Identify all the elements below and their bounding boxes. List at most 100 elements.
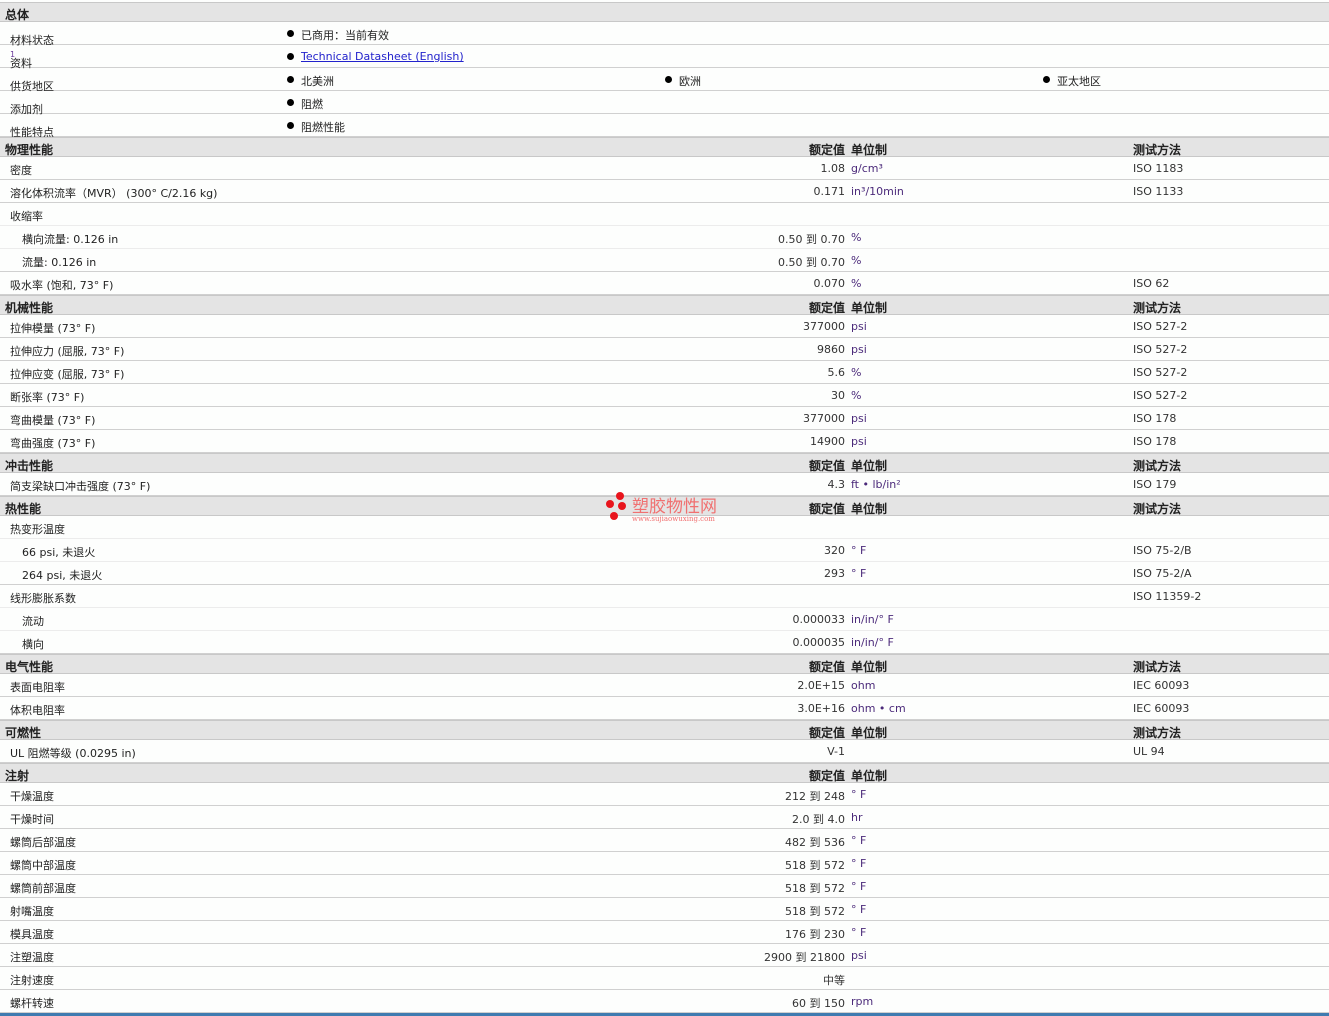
bullet-item: 已商用：当前有效 xyxy=(287,27,389,43)
property-label: 横向 xyxy=(22,638,44,651)
property-value: 14900 xyxy=(810,435,845,448)
method-column-header: 测试方法 xyxy=(1133,459,1182,473)
property-label: 弯曲强度 (73° F) xyxy=(10,437,96,450)
property-label: 注射速度 xyxy=(10,974,54,987)
property-label: 干燥时间 xyxy=(10,813,54,826)
value-column-header: 额定值 xyxy=(808,502,845,516)
property-row: 螺筒中部温度 518 到 572 ° F xyxy=(0,852,1329,875)
property-label: 体积电阻率 xyxy=(10,704,65,717)
property-unit: ° F xyxy=(851,544,867,557)
property-value: 5.6 xyxy=(827,366,846,379)
property-label: 螺杆转速 xyxy=(10,997,54,1010)
property-row: 拉伸应力 (屈服, 73° F) 9860 psi ISO 527-2 xyxy=(0,338,1329,361)
property-row: 横向流量: 0.126 in 0.50 到 0.70% xyxy=(0,226,1329,249)
value-column-header: 额定值 xyxy=(808,301,845,315)
property-unit: ° F xyxy=(851,857,867,870)
property-value: 0.50 到 0.70 xyxy=(778,256,845,269)
test-method: ISO 527-2 xyxy=(1133,389,1188,402)
property-value: 60 到 150 xyxy=(792,997,845,1010)
property-row: 264 psi, 未退火 293 ° F ISO 75-2/A xyxy=(0,562,1329,585)
section-title: 总体 xyxy=(5,8,30,22)
property-row: 体积电阻率 3.0E+16 ohm • cm IEC 60093 xyxy=(0,697,1329,720)
property-value: 3.0E+16 xyxy=(797,702,845,715)
value-column-header: 额定值 xyxy=(808,769,845,783)
property-label: 射嘴温度 xyxy=(10,905,54,918)
property-row: 螺杆转速 60 到 150 rpm xyxy=(0,990,1329,1013)
section-title: 物理性能 xyxy=(5,143,54,157)
property-row: 表面电阻率 2.0E+15 ohm IEC 60093 xyxy=(0,674,1329,697)
property-value: 0.000035 xyxy=(792,636,846,649)
property-label: 模具温度 xyxy=(10,928,54,941)
general-row: 材料状态 已商用：当前有效 xyxy=(0,22,1329,47)
property-label: 螺筒中部温度 xyxy=(10,859,76,872)
test-method: ISO 62 xyxy=(1133,277,1170,290)
section-header: 机械性能 额定值 单位制 测试方法 xyxy=(0,295,1329,315)
property-row: 模具温度 176 到 230 ° F xyxy=(0,921,1329,944)
property-label: 注塑温度 xyxy=(10,951,54,964)
property-unit: ° F xyxy=(851,880,867,893)
test-method: ISO 179 xyxy=(1133,478,1177,491)
general-row: 性能特点 阻燃性能 xyxy=(0,114,1329,139)
property-unit: hr xyxy=(851,811,863,824)
property-value: 0.50 到 0.70 xyxy=(778,233,845,246)
property-row: 拉伸应变 (屈服, 73° F) 5.6% ISO 527-2 xyxy=(0,361,1329,384)
property-value: 482 到 536 xyxy=(785,836,845,849)
test-method: IEC 60093 xyxy=(1133,702,1190,715)
property-unit: % xyxy=(851,366,862,379)
property-label: 螺筒前部温度 xyxy=(10,882,76,895)
property-unit: ° F xyxy=(851,926,867,939)
bullet-text: 亚太地区 xyxy=(1057,75,1101,88)
datasheet-link[interactable]: Technical Datasheet (English) xyxy=(301,50,464,63)
unit-column-header: 单位制 xyxy=(851,726,888,740)
test-method: ISO 527-2 xyxy=(1133,343,1188,356)
property-unit: in/in/° F xyxy=(851,613,894,626)
test-method: ISO 178 xyxy=(1133,412,1177,425)
property-unit: ° F xyxy=(851,567,867,580)
property-value: 2.0E+15 xyxy=(797,679,845,692)
property-value: 0.000033 xyxy=(792,613,846,626)
property-value: 377000 xyxy=(803,320,845,333)
method-column-header: 测试方法 xyxy=(1133,301,1182,315)
property-label: 流动 xyxy=(22,615,44,628)
property-row: 断张率 (73° F) 30% ISO 527-2 xyxy=(0,384,1329,407)
property-unit: ohm xyxy=(851,679,876,692)
general-row: 供货地区 北美洲 欧洲 亚太地区 xyxy=(0,68,1329,93)
svg-text:www.sujiaowuxing.com: www.sujiaowuxing.com xyxy=(632,515,715,523)
property-value: 2900 到 21800 xyxy=(764,951,845,964)
property-row: 弯曲模量 (73° F) 377000 psi ISO 178 xyxy=(0,407,1329,430)
section-title: 冲击性能 xyxy=(5,459,54,473)
test-method: IEC 60093 xyxy=(1133,679,1190,692)
property-value: 2.0 到 4.0 xyxy=(792,813,845,826)
value-column-header: 额定值 xyxy=(808,459,845,473)
property-unit: ° F xyxy=(851,834,867,847)
section-header: 注射 额定值 单位制 xyxy=(0,763,1329,783)
test-method: ISO 1183 xyxy=(1133,162,1184,175)
section-title: 注射 xyxy=(5,769,30,783)
property-row: 注塑温度 2900 到 21800 psi xyxy=(0,944,1329,967)
property-unit: ° F xyxy=(851,903,867,916)
property-label: 横向流量: 0.126 in xyxy=(22,233,119,246)
method-column-header: 测试方法 xyxy=(1133,502,1182,516)
property-unit: % xyxy=(851,389,862,402)
section-title: 电气性能 xyxy=(5,660,54,674)
property-row: 螺筒后部温度 482 到 536 ° F xyxy=(0,829,1329,852)
section-title: 机械性能 xyxy=(5,301,54,315)
property-row: 注射速度 中等 xyxy=(0,967,1329,990)
property-row: 弯曲强度 (73° F) 14900 psi ISO 178 xyxy=(0,430,1329,453)
bullet-text: 欧洲 xyxy=(679,75,701,88)
bullet-text: 北美洲 xyxy=(301,75,334,88)
section-header: 物理性能 额定值 单位制 测试方法 xyxy=(0,137,1329,157)
property-label: 线形膨胀系数 xyxy=(10,592,76,605)
property-label: 拉伸应力 (屈服, 73° F) xyxy=(10,345,125,358)
unit-column-header: 单位制 xyxy=(851,660,888,674)
property-label: 溶化体积流率（MVR） (300° C/2.16 kg) xyxy=(10,187,218,200)
property-value: 518 到 572 xyxy=(785,882,845,895)
bullet-item: Technical Datasheet (English) xyxy=(287,50,464,63)
general-row: 资料 1 Technical Datasheet (English) xyxy=(0,45,1329,70)
property-value: 212 到 248 xyxy=(785,790,845,803)
property-label: 拉伸应变 (屈服, 73° F) xyxy=(10,368,125,381)
property-label: 弯曲模量 (73° F) xyxy=(10,414,96,427)
property-row: 66 psi, 未退火 320 ° F ISO 75-2/B xyxy=(0,539,1329,562)
test-method: ISO 527-2 xyxy=(1133,366,1188,379)
unit-column-header: 单位制 xyxy=(851,769,888,783)
